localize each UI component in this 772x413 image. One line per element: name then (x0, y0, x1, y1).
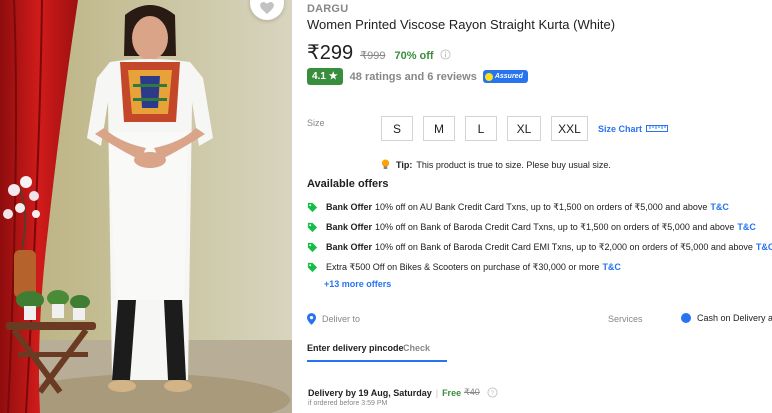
offer-item: Bank Offer 10% off on Bank of Baroda Cre… (307, 237, 772, 257)
free-delivery: Free (442, 387, 462, 398)
separator: | (435, 387, 439, 398)
tip-text: This product is true to size. Plese buy … (416, 159, 611, 170)
discount-percent: 70% off (394, 50, 434, 62)
lightbulb-icon (381, 159, 390, 169)
terms-link[interactable]: T&C (756, 242, 772, 252)
cod-label: Cash on Delivery a (697, 313, 772, 323)
size-tip: Tip: This product is true to size. Plese… (381, 159, 611, 170)
ruler-icon (646, 125, 669, 132)
heart-icon (260, 2, 274, 14)
offer-item: Bank Offer 10% off on Bank of Baroda Cre… (307, 217, 772, 237)
offer-item: Bank Offer 10% off on AU Bank Credit Car… (307, 197, 772, 217)
price-row: ₹299 ₹999 70% off (307, 40, 451, 65)
delivery-date: Delivery by 19 Aug, Saturday (308, 387, 432, 398)
services-label: Services (608, 314, 643, 324)
offer-tag-icon (307, 202, 318, 212)
offer-list: Bank Offer 10% off on AU Bank Credit Car… (307, 197, 772, 277)
size-option-xl[interactable]: XL (507, 116, 541, 141)
product-photo (0, 0, 292, 413)
product-image[interactable] (0, 0, 292, 413)
offer-type: Bank Offer (326, 202, 373, 212)
size-option-m[interactable]: M (423, 116, 455, 141)
offer-text: 10% off on Bank of Baroda Credit Card EM… (375, 241, 753, 252)
size-option-xxl[interactable]: XXL (551, 116, 588, 141)
cash-on-delivery: Cash on Delivery a (681, 313, 772, 323)
rating-row: 4.1 ★ 48 ratings and 6 reviews Assured (307, 68, 528, 85)
offers-heading: Available offers (307, 178, 389, 190)
order-cutoff: if ordered before 3:59 PM (308, 400, 388, 407)
brand-name: DARGU (307, 3, 349, 15)
more-offers-link[interactable]: +13 more offers (324, 279, 391, 289)
offer-tag-icon (307, 222, 318, 232)
help-icon[interactable]: ? (487, 387, 498, 398)
info-icon[interactable] (440, 49, 451, 60)
pincode-box: Check (307, 338, 447, 362)
offer-type: Bank Offer (326, 242, 373, 252)
selling-price: ₹299 (307, 42, 354, 64)
offer-item: Extra ₹500 Off on Bikes & Scooters on pu… (307, 257, 772, 277)
offer-text: 10% off on AU Bank Credit Card Txns, up … (375, 201, 708, 212)
offer-tag-icon (307, 242, 318, 252)
assured-icon (484, 72, 493, 81)
terms-link[interactable]: T&C (710, 202, 729, 212)
tip-label: Tip: (396, 159, 413, 170)
check-pincode-button[interactable]: Check (403, 338, 430, 353)
size-chart-label: Size Chart (598, 123, 643, 134)
cod-icon (681, 313, 691, 323)
deliver-to-label: Deliver to (322, 314, 361, 324)
size-label: Size (307, 118, 325, 128)
size-selector: S M L XL XXL Size Chart (381, 116, 669, 141)
rating-score: 4.1 (312, 71, 326, 82)
svg-text:?: ? (491, 390, 495, 397)
pincode-input[interactable] (307, 338, 403, 353)
terms-link[interactable]: T&C (602, 262, 621, 272)
original-price: ₹999 (360, 50, 386, 62)
assured-badge: Assured (482, 70, 528, 83)
deliver-to: Deliver to (307, 313, 360, 325)
offer-text: Extra ₹500 Off on Bikes & Scooters on pu… (326, 261, 600, 272)
offer-text: 10% off on Bank of Baroda Credit Card Tx… (375, 221, 735, 232)
product-details: DARGU Women Printed Viscose Rayon Straig… (307, 0, 772, 413)
terms-link[interactable]: T&C (737, 222, 756, 232)
size-option-l[interactable]: L (465, 116, 497, 141)
assured-label: Assured (494, 73, 523, 80)
rating-badge[interactable]: 4.1 ★ (307, 68, 343, 85)
delivery-estimate: Delivery by 19 Aug, Saturday | Free ₹40 … (308, 387, 498, 398)
ratings-reviews-count[interactable]: 48 ratings and 6 reviews (350, 71, 477, 83)
delivery-fee-old: ₹40 (464, 387, 480, 397)
product-title: Women Printed Viscose Rayon Straight Kur… (307, 17, 616, 32)
size-option-s[interactable]: S (381, 116, 413, 141)
star-icon: ★ (328, 71, 338, 82)
location-pin-icon (307, 313, 316, 325)
offer-type: Bank Offer (326, 222, 373, 232)
size-chart-link[interactable]: Size Chart (598, 123, 669, 134)
offer-tag-icon (307, 262, 318, 272)
